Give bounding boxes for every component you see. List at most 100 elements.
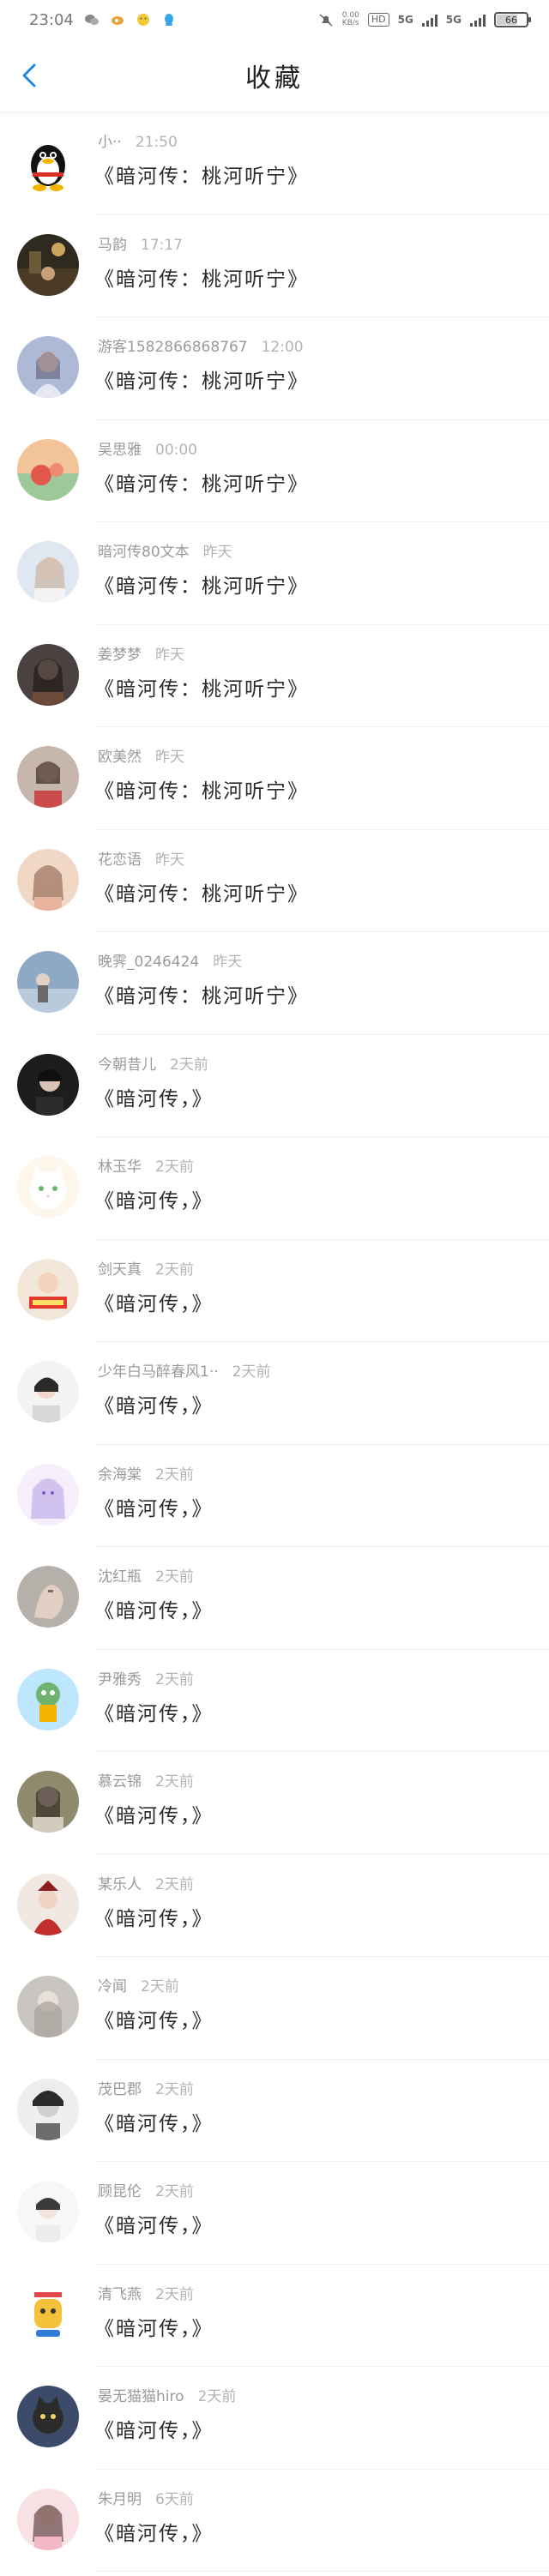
list-item[interactable]: 某乐人 2天前 《暗河传，》: [0, 1855, 549, 1958]
list-item[interactable]: 游客1582866868767 12:00 《暗河传：桃河听宁》: [0, 317, 549, 420]
list-item[interactable]: 剑天真 2天前 《暗河传，》: [0, 1240, 549, 1343]
list-item[interactable]: 朱月明 6天前 《暗河传，》: [0, 2470, 549, 2573]
user-name[interactable]: 花恋语: [98, 852, 142, 869]
list-item[interactable]: 尹雅秀 2天前 《暗河传，》: [0, 1650, 549, 1753]
favorite-message[interactable]: 《暗河传，》: [94, 2107, 214, 2136]
favorite-message[interactable]: 《暗河传，》: [94, 1902, 214, 1931]
user-name[interactable]: 清飞燕: [98, 2286, 142, 2303]
list-item[interactable]: 顾昆伦 2天前 《暗河传，》: [0, 2162, 549, 2265]
favorite-message[interactable]: 《暗河传，》: [94, 1799, 214, 1828]
avatar[interactable]: [17, 1156, 79, 1218]
avatar[interactable]: [17, 2181, 79, 2242]
user-name[interactable]: 暗河传80文本: [98, 544, 190, 561]
user-name[interactable]: 少年白马醉春风1··: [98, 1363, 219, 1381]
timestamp: 00:00: [155, 441, 197, 459]
favorite-message[interactable]: 《暗河传：桃河听宁》: [94, 877, 309, 906]
user-name[interactable]: 欧美然: [98, 749, 142, 766]
user-name[interactable]: 今朝昔儿: [98, 1056, 156, 1074]
avatar[interactable]: [17, 2283, 79, 2345]
list-item[interactable]: 小·· 21:50 《暗河传：桃河听宁》: [0, 112, 549, 215]
avatar[interactable]: [17, 2078, 79, 2140]
list-item[interactable]: 慕云锦 2天前 《暗河传，》: [0, 1752, 549, 1855]
user-name[interactable]: 余海棠: [98, 1466, 142, 1484]
list-item[interactable]: 茂巴郡 2天前 《暗河传，》: [0, 2060, 549, 2163]
list-item[interactable]: 暗河传80文本 昨天《暗河传：桃河听宁》: [0, 522, 549, 625]
list-item[interactable]: 沈红瓶 2天前 《暗河传，》: [0, 1547, 549, 1650]
favorite-message[interactable]: 《暗河传，》: [94, 2312, 214, 2341]
user-name[interactable]: 慕云锦: [98, 1773, 142, 1791]
avatar[interactable]: [17, 746, 79, 808]
user-name[interactable]: 游客1582866868767: [98, 339, 248, 356]
favorite-message[interactable]: 《暗河传：桃河听宁》: [94, 569, 309, 599]
avatar[interactable]: [17, 2488, 79, 2550]
avatar[interactable]: [17, 1258, 79, 1321]
user-name[interactable]: 晚霁_0246424: [98, 954, 199, 971]
list-item[interactable]: 花恋语 昨天 《暗河传：桃河听宁》: [0, 830, 549, 933]
favorite-message[interactable]: 《暗河传，》: [94, 1389, 214, 1418]
favorite-message[interactable]: 《暗河传，》: [94, 2414, 214, 2443]
favorite-message[interactable]: 《暗河传，》: [94, 2517, 214, 2546]
avatar[interactable]: [17, 1771, 79, 1833]
avatar[interactable]: [17, 1668, 79, 1730]
user-name[interactable]: 沈红瓶: [98, 1568, 142, 1586]
avatar[interactable]: [17, 438, 79, 501]
user-name[interactable]: 林玉华: [98, 1159, 142, 1176]
timestamp: 2天前: [232, 1363, 271, 1381]
favorite-message[interactable]: 《暗河传，》: [94, 1184, 214, 1213]
list-item[interactable]: 吴思雅 00:00 《暗河传：桃河听宁》: [0, 420, 549, 523]
user-name[interactable]: 小··: [98, 134, 122, 151]
favorite-message[interactable]: 《暗河传：桃河听宁》: [94, 262, 309, 292]
avatar[interactable]: [17, 1976, 79, 2037]
avatar[interactable]: [17, 1566, 79, 1628]
list-item[interactable]: 少年白马醉春风1·· 2天前 《暗河传，》: [0, 1342, 549, 1445]
avatar[interactable]: [17, 1873, 79, 1935]
list-item[interactable]: 冷闻 2天前 《暗河传，》: [0, 1957, 549, 2060]
chevron-left-icon[interactable]: [15, 60, 46, 91]
user-name[interactable]: 剑天真: [98, 1261, 142, 1279]
favorite-message[interactable]: 《暗河传，》: [94, 1697, 214, 1726]
list-item[interactable]: 余海棠 2天前 《暗河传，》: [0, 1445, 549, 1548]
user-name[interactable]: 晏无猫猫hiro: [98, 2388, 184, 2405]
avatar[interactable]: [17, 951, 79, 1013]
user-name[interactable]: 姜梦梦: [98, 647, 142, 664]
list-item[interactable]: 林玉华 2天前 《暗河传，》: [0, 1137, 549, 1240]
avatar[interactable]: [17, 336, 79, 398]
avatar[interactable]: [17, 2386, 79, 2447]
avatar[interactable]: [17, 1361, 79, 1423]
user-name[interactable]: 尹雅秀: [98, 1671, 142, 1688]
avatar[interactable]: [17, 848, 79, 911]
favorite-message[interactable]: 《暗河传：桃河听宁》: [94, 159, 309, 189]
favorite-message[interactable]: 《暗河传，》: [94, 1492, 214, 1521]
list-item[interactable]: 晏无猫猫hiro 2天前 《暗河传，》: [0, 2367, 549, 2470]
list-item[interactable]: 今朝昔儿 2天前 《暗河传，》: [0, 1035, 549, 1138]
user-name[interactable]: 朱月明: [98, 2491, 142, 2508]
user-name[interactable]: 顾昆伦: [98, 2183, 142, 2200]
user-name[interactable]: 某乐人: [98, 1876, 142, 1893]
list-item[interactable]: 晚霁_0246424 昨天 《暗河传：桃河听宁》: [0, 932, 549, 1035]
avatar[interactable]: [17, 1463, 79, 1526]
avatar[interactable]: [17, 131, 79, 193]
user-name[interactable]: 吴思雅: [98, 442, 142, 459]
favorite-message[interactable]: 《暗河传，》: [94, 1287, 214, 1316]
avatar[interactable]: [17, 643, 79, 706]
favorite-message[interactable]: 《暗河传：桃河听宁》: [94, 364, 309, 394]
avatar[interactable]: [17, 1053, 79, 1116]
avatar[interactable]: [17, 541, 79, 603]
favorite-message[interactable]: 《暗河传：桃河听宁》: [94, 774, 309, 803]
timestamp: 昨天: [202, 544, 232, 561]
favorite-message[interactable]: 《暗河传，》: [94, 1594, 214, 1623]
favorite-message[interactable]: 《暗河传：桃河听宁》: [94, 979, 309, 1008]
favorite-message[interactable]: 《暗河传，》: [94, 2209, 214, 2238]
list-item[interactable]: 马韵 17:17 《暗河传：桃河听宁》: [0, 215, 549, 318]
list-item[interactable]: 姜梦梦 昨天 《暗河传：桃河听宁》: [0, 625, 549, 728]
favorite-message[interactable]: 《暗河传，》: [94, 1082, 214, 1111]
user-name[interactable]: 马韵: [98, 237, 127, 254]
list-item[interactable]: 清飞燕 2天前 《暗河传，》: [0, 2265, 549, 2368]
user-name[interactable]: 茂巴郡: [98, 2081, 142, 2098]
favorite-message[interactable]: 《暗河传，》: [94, 2004, 214, 2033]
favorite-message[interactable]: 《暗河传：桃河听宁》: [94, 672, 309, 701]
favorite-message[interactable]: 《暗河传：桃河听宁》: [94, 467, 309, 497]
user-name[interactable]: 冷闻: [98, 1978, 127, 1995]
avatar[interactable]: [17, 233, 79, 296]
list-item[interactable]: 欧美然 昨天 《暗河传：桃河听宁》: [0, 727, 549, 830]
